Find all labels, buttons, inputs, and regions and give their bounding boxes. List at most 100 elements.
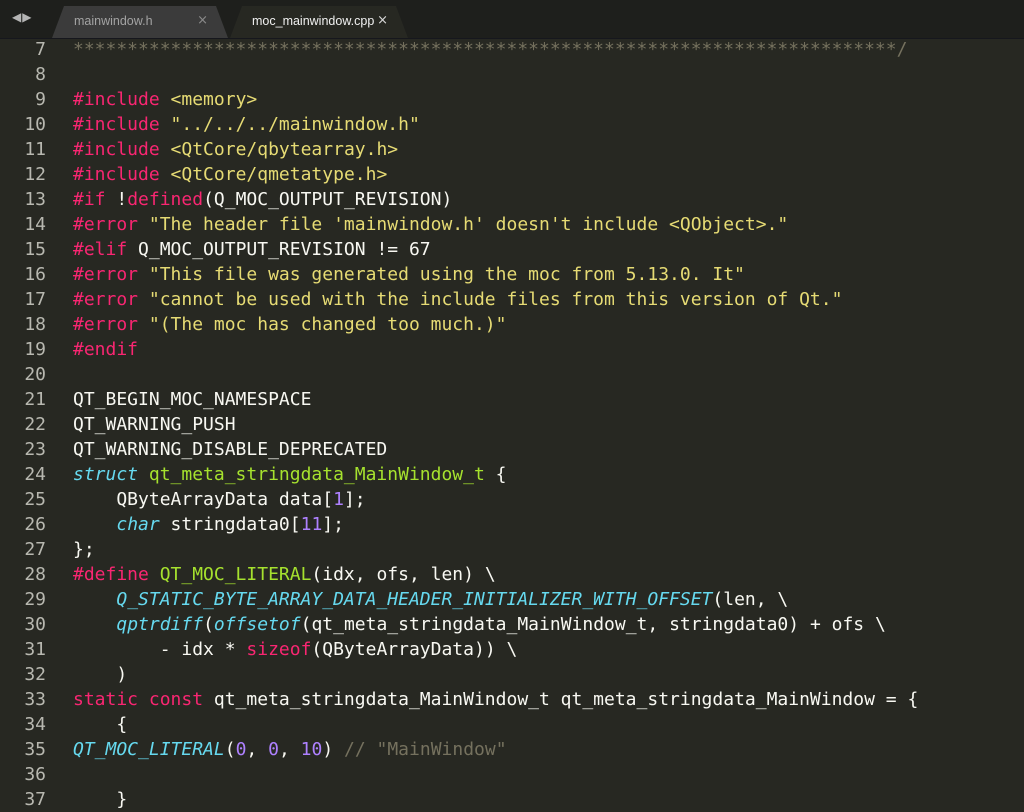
code-token: ,: [278, 739, 301, 760]
code-text: #error "The header file 'mainwindow.h' d…: [73, 212, 788, 237]
line-number: 8: [35, 64, 46, 85]
line-number: 13: [24, 189, 46, 210]
code-token: <QtCore/qbytearray.h>: [170, 139, 399, 160]
code-text: #include <QtCore/qbytearray.h>: [73, 137, 398, 162]
line-number: 31: [24, 639, 46, 660]
code-line: 37 }: [0, 787, 1024, 812]
line-number: 10: [24, 114, 46, 135]
line-number: 28: [24, 564, 46, 585]
code-token: "../../../mainwindow.h": [170, 114, 420, 135]
line-number: 18: [24, 314, 46, 335]
code-line: 18 #error "(The moc has changed too much.…: [0, 312, 1024, 337]
code-token: stringdata0[: [159, 514, 301, 535]
code-text: ): [73, 662, 127, 687]
code-token: #endif: [73, 339, 139, 360]
close-icon[interactable]: ×: [377, 13, 388, 28]
code-text: char stringdata0[11];: [73, 512, 344, 537]
code-token: qt_meta_stringdata_MainWindow_t qt_meta_…: [203, 689, 919, 710]
code-token: #include: [73, 114, 171, 135]
code-token: #error: [73, 314, 149, 335]
line-number: 29: [24, 589, 46, 610]
line-number: 23: [24, 439, 46, 460]
line-number: 11: [24, 139, 46, 160]
code-text: QT_MOC_LITERAL(0, 0, 10) // "MainWindow": [73, 737, 507, 762]
code-token: QT_WARNING_PUSH: [73, 414, 236, 435]
code-token: defined: [127, 189, 204, 210]
line-number: 17: [24, 289, 46, 310]
code-token: QByteArrayData data[: [73, 489, 334, 510]
code-token: Q_STATIC_BYTE_ARRAY_DATA_HEADER_INITIALI…: [116, 589, 713, 610]
code-line: 24 struct qt_meta_stringdata_MainWindow_t…: [0, 462, 1024, 487]
code-line: 8: [0, 62, 1024, 87]
code-line: 22 QT_WARNING_PUSH: [0, 412, 1024, 437]
code-token: (len, \: [712, 589, 789, 610]
line-number: 26: [24, 514, 46, 535]
code-text: #include <QtCore/qmetatype.h>: [73, 162, 387, 187]
line-number: 19: [24, 339, 46, 360]
code-token: ): [73, 664, 128, 685]
code-token: - idx *: [73, 639, 247, 660]
line-number: 37: [24, 789, 46, 810]
code-token: "cannot be used with the include files f…: [148, 289, 843, 310]
code-line: 25 QByteArrayData data[1];: [0, 487, 1024, 512]
code-token: }: [73, 789, 128, 810]
code-token: (idx, ofs, len) \: [311, 564, 496, 585]
tab-mainwindow-h[interactable]: mainwindow.h ×: [52, 6, 228, 38]
code-token: struct: [73, 464, 149, 485]
code-token: "This file was generated using the moc f…: [148, 264, 745, 285]
tab-label: mainwindow.h: [74, 14, 153, 28]
code-line: 17 #error "cannot be used with the includ…: [0, 287, 1024, 312]
code-token: <QtCore/qmetatype.h>: [170, 164, 388, 185]
tab-moc-mainwindow-cpp[interactable]: moc_mainwindow.cpp ×: [230, 6, 408, 38]
code-line: 26 char stringdata0[11];: [0, 512, 1024, 537]
code-text: QT_WARNING_DISABLE_DEPRECATED: [73, 437, 387, 462]
code-token: #error: [73, 264, 149, 285]
code-token: #error: [73, 214, 149, 235]
code-token: {: [484, 464, 507, 485]
code-token: QT_WARNING_DISABLE_DEPRECATED: [73, 439, 388, 460]
tab-nav-arrows-icon[interactable]: ◀▶: [12, 10, 32, 28]
code-line: 15 #elif Q_MOC_OUTPUT_REVISION != 67: [0, 237, 1024, 262]
code-line: 30 qptrdiff(offsetof(qt_meta_stringdata_…: [0, 612, 1024, 637]
code-text: {: [73, 712, 127, 737]
line-number: 32: [24, 664, 46, 685]
code-token: sizeof: [246, 639, 312, 660]
code-line: 13 #if !defined(Q_MOC_OUTPUT_REVISION): [0, 187, 1024, 212]
code-line: 11 #include <QtCore/qbytearray.h>: [0, 137, 1024, 162]
code-token: qt_meta_stringdata_MainWindow_t: [148, 464, 485, 485]
code-text: #if !defined(Q_MOC_OUTPUT_REVISION): [73, 187, 452, 212]
code-line: 19 #endif: [0, 337, 1024, 362]
code-text: QT_WARNING_PUSH: [73, 412, 236, 437]
code-token: static const: [73, 689, 204, 710]
code-token: QT_MOC_LITERAL: [73, 739, 225, 760]
code-token: #elif: [73, 239, 139, 260]
code-token: QT_MOC_LITERAL: [159, 564, 312, 585]
code-line: 12 #include <QtCore/qmetatype.h>: [0, 162, 1024, 187]
code-line: 29 Q_STATIC_BYTE_ARRAY_DATA_HEADER_INITI…: [0, 587, 1024, 612]
code-token: offsetof: [213, 614, 301, 635]
code-text: QT_BEGIN_MOC_NAMESPACE: [73, 387, 311, 412]
code-text: #elif Q_MOC_OUTPUT_REVISION != 67: [73, 237, 431, 262]
code-token: 10: [300, 739, 323, 760]
code-line: 16 #error "This file was generated using …: [0, 262, 1024, 287]
code-line: 10 #include "../../../mainwindow.h": [0, 112, 1024, 137]
code-token: };: [73, 539, 95, 560]
code-token: 0: [235, 739, 247, 760]
code-token: qptrdiff: [116, 614, 204, 635]
code-token: "(The moc has changed too much.)": [148, 314, 507, 335]
line-number: 35: [24, 739, 46, 760]
code-token: !: [116, 189, 128, 210]
close-icon[interactable]: ×: [197, 13, 208, 28]
code-token: ): [322, 739, 344, 760]
code-token: #error: [73, 289, 149, 310]
code-token: ];: [322, 514, 344, 535]
code-token: #include: [73, 164, 171, 185]
code-text: ****************************************…: [73, 37, 907, 62]
line-number: 12: [24, 164, 46, 185]
line-number: 7: [35, 39, 46, 60]
code-editor[interactable]: 7 ***************************************…: [0, 37, 1024, 810]
line-number: 33: [24, 689, 46, 710]
line-number: 25: [24, 489, 46, 510]
code-text: #error "cannot be used with the include …: [73, 287, 842, 312]
